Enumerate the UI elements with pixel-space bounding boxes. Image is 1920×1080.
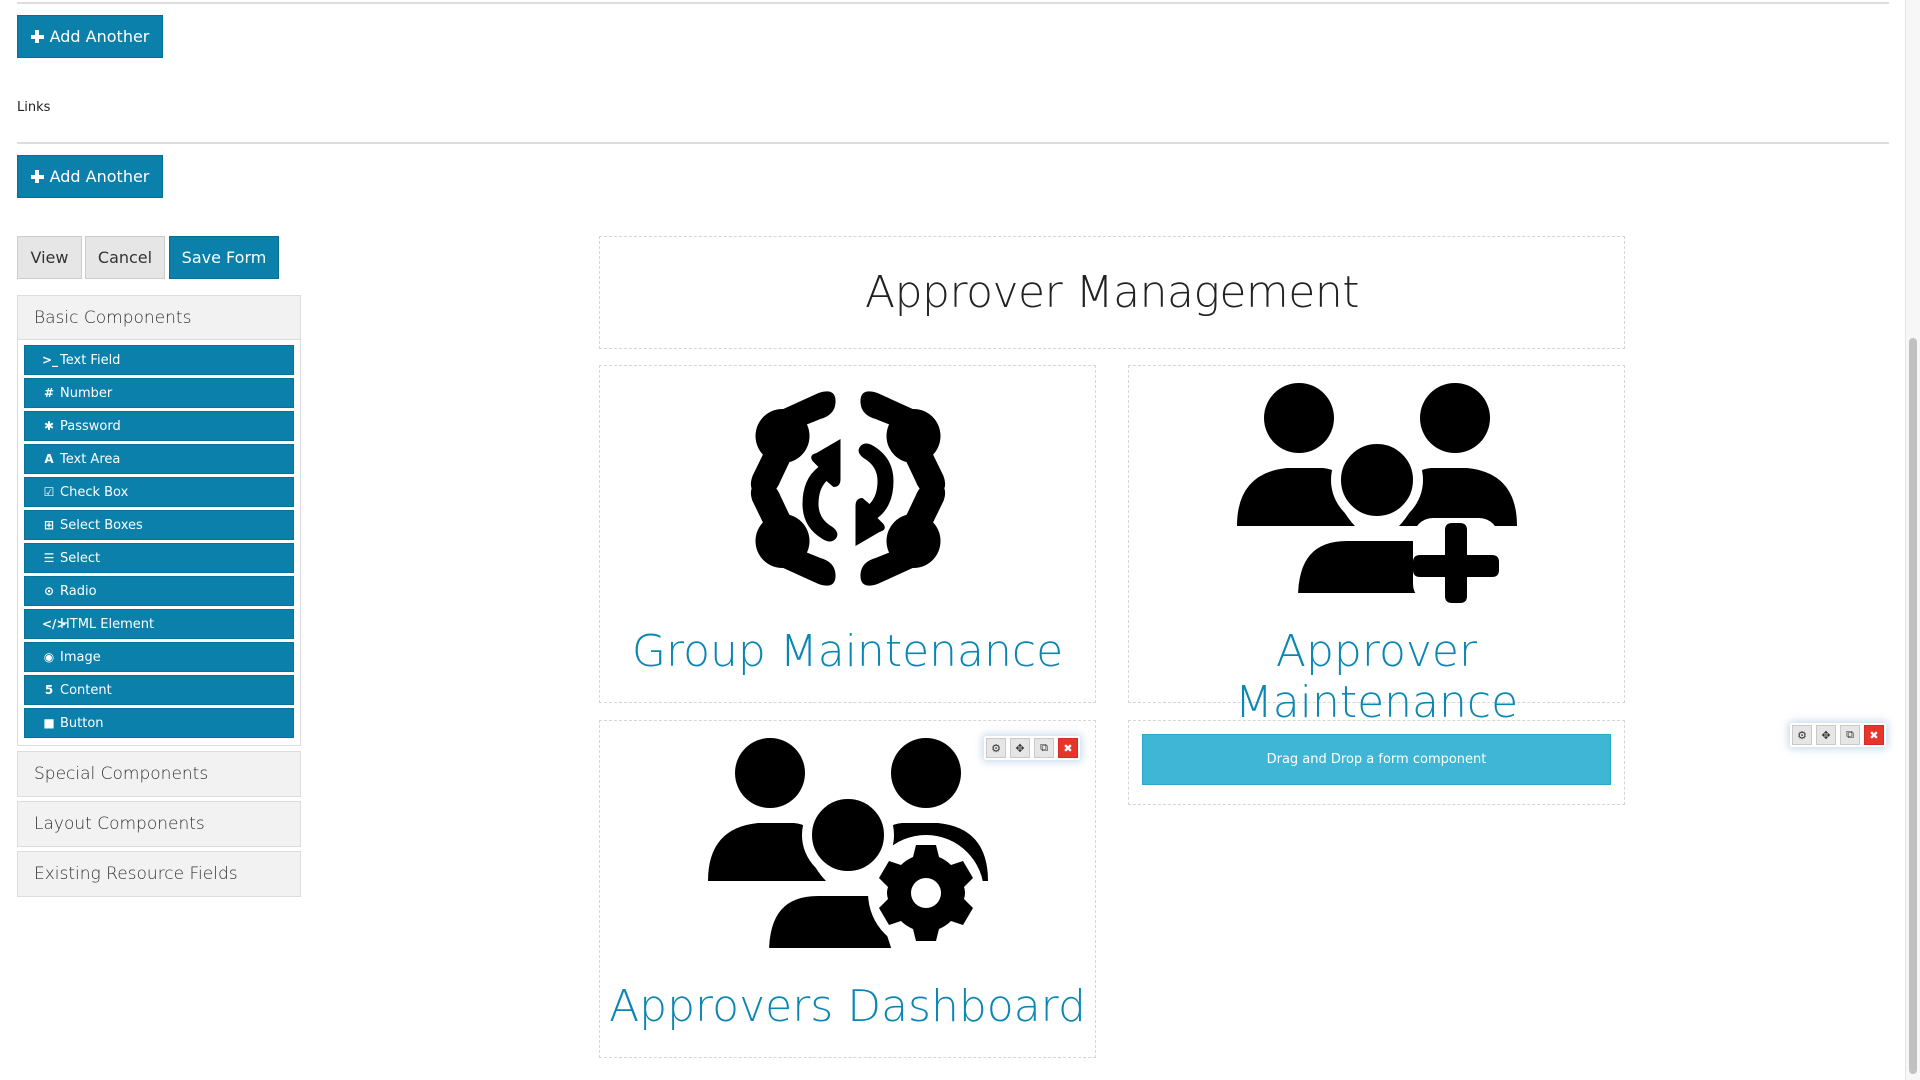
component-label: Select Boxes <box>60 517 143 533</box>
view-button[interactable]: View <box>17 236 82 279</box>
remove-icon[interactable]: ✖ <box>1058 738 1078 758</box>
edit-gear-icon[interactable]: ⚙ <box>986 738 1006 758</box>
row-toolbar: ⚙ ✥ ⧉ ✖ <box>1790 723 1886 747</box>
add-another-button[interactable]: Add Another <box>17 15 163 58</box>
component-label: Number <box>60 385 113 401</box>
component-label: Select <box>60 550 101 566</box>
check-square-icon: ☑ <box>43 485 55 499</box>
component-check-box[interactable]: ☑ Check Box <box>24 477 294 507</box>
component-content[interactable]: 5 Content <box>24 675 294 705</box>
html5-icon: 5 <box>44 683 54 697</box>
component-label: Check Box <box>60 484 129 500</box>
plus-icon <box>30 30 44 43</box>
layout-components-panel[interactable]: Layout Components <box>17 801 301 847</box>
title-component[interactable]: Approver Management <box>599 236 1625 349</box>
asterisk-icon: ✱ <box>43 419 55 433</box>
vertical-scrollbar[interactable] <box>1905 0 1920 1080</box>
edit-gear-icon[interactable]: ⚙ <box>1792 725 1812 745</box>
camera-icon: ◉ <box>43 650 55 664</box>
cancel-button[interactable]: Cancel <box>85 236 165 279</box>
font-icon: A <box>44 452 54 466</box>
panel-heading-existing-resource-fields[interactable]: Existing Resource Fields <box>18 852 300 896</box>
component-html-element[interactable]: </> HTML Element <box>24 609 294 639</box>
plus-icon <box>30 170 44 183</box>
dropzone-placeholder[interactable]: Drag and Drop a form component <box>1142 734 1611 785</box>
users-gear-icon <box>707 738 988 958</box>
card-group-maintenance[interactable]: Group Maintenance <box>599 365 1096 703</box>
component-label: Password <box>60 418 121 434</box>
existing-resource-fields-panel[interactable]: Existing Resource Fields <box>17 851 301 897</box>
divider <box>17 2 1889 4</box>
component-label: Text Field <box>60 352 121 368</box>
card-approvers-dashboard[interactable]: Approvers Dashboard ⚙ ✥ ⧉ ✖ <box>599 720 1096 1058</box>
component-password[interactable]: ✱ Password <box>24 411 294 441</box>
page-title: Approver Management <box>864 267 1360 318</box>
card-approver-maintenance[interactable]: Approver Maintenance <box>1128 365 1625 728</box>
list-icon: ☰ <box>43 551 55 565</box>
component-select-boxes[interactable]: ⊞ Select Boxes <box>24 510 294 540</box>
group-maintenance-link[interactable]: Group Maintenance <box>600 626 1095 677</box>
move-icon[interactable]: ✥ <box>1816 725 1836 745</box>
links-label: Links <box>17 100 51 115</box>
component-label: HTML Element <box>60 616 155 632</box>
approvers-dashboard-link[interactable]: Approvers Dashboard <box>600 981 1095 1032</box>
component-toolbar: ⚙ ✥ ⧉ ✖ <box>984 736 1080 760</box>
dropzone-column[interactable]: Drag and Drop a form component <box>1128 720 1625 805</box>
panel-heading-special-components[interactable]: Special Components <box>18 752 300 796</box>
stop-icon: ■ <box>43 716 55 730</box>
panel-heading-basic-components[interactable]: Basic Components <box>18 296 300 340</box>
remove-icon[interactable]: ✖ <box>1864 725 1884 745</box>
add-another-label: Add Another <box>49 27 150 46</box>
panel-heading-layout-components[interactable]: Layout Components <box>18 802 300 846</box>
component-select[interactable]: ☰ Select <box>24 543 294 573</box>
component-text-area[interactable]: A Text Area <box>24 444 294 474</box>
scrollbar-thumb[interactable] <box>1909 338 1917 1074</box>
hashtag-icon: # <box>43 386 55 400</box>
approver-maintenance-link[interactable]: Approver Maintenance <box>1129 626 1624 728</box>
component-text-field[interactable]: >_ Text Field <box>24 345 294 375</box>
code-icon: </> <box>42 617 67 631</box>
plus-square-icon: ⊞ <box>43 518 55 532</box>
component-list: >_ Text Field # Number ✱ Password A Text Area ☑ C… <box>18 340 300 745</box>
component-number[interactable]: # Number <box>24 378 294 408</box>
component-image[interactable]: ◉ Image <box>24 642 294 672</box>
component-label: Content <box>60 682 112 698</box>
save-form-button[interactable]: Save Form <box>169 236 279 279</box>
component-radio[interactable]: ⊙ Radio <box>24 576 294 606</box>
terminal-icon: >_ <box>42 353 59 367</box>
special-components-panel[interactable]: Special Components <box>17 751 301 797</box>
group-sync-icon <box>750 391 945 586</box>
component-label: Image <box>60 649 101 665</box>
component-button[interactable]: ■ Button <box>24 708 294 738</box>
copy-icon[interactable]: ⧉ <box>1034 738 1054 758</box>
copy-icon[interactable]: ⧉ <box>1840 725 1860 745</box>
component-label: Radio <box>60 583 97 599</box>
component-label: Text Area <box>60 451 121 467</box>
basic-components-panel: Basic Components >_ Text Field # Number ✱ Pas… <box>17 295 301 746</box>
component-label: Button <box>60 715 104 731</box>
dot-circle-icon: ⊙ <box>43 584 55 598</box>
add-another-label: Add Another <box>49 167 150 186</box>
add-another-links-button[interactable]: Add Another <box>17 155 163 198</box>
users-plus-icon <box>1236 383 1517 603</box>
move-icon[interactable]: ✥ <box>1010 738 1030 758</box>
divider <box>17 142 1889 144</box>
